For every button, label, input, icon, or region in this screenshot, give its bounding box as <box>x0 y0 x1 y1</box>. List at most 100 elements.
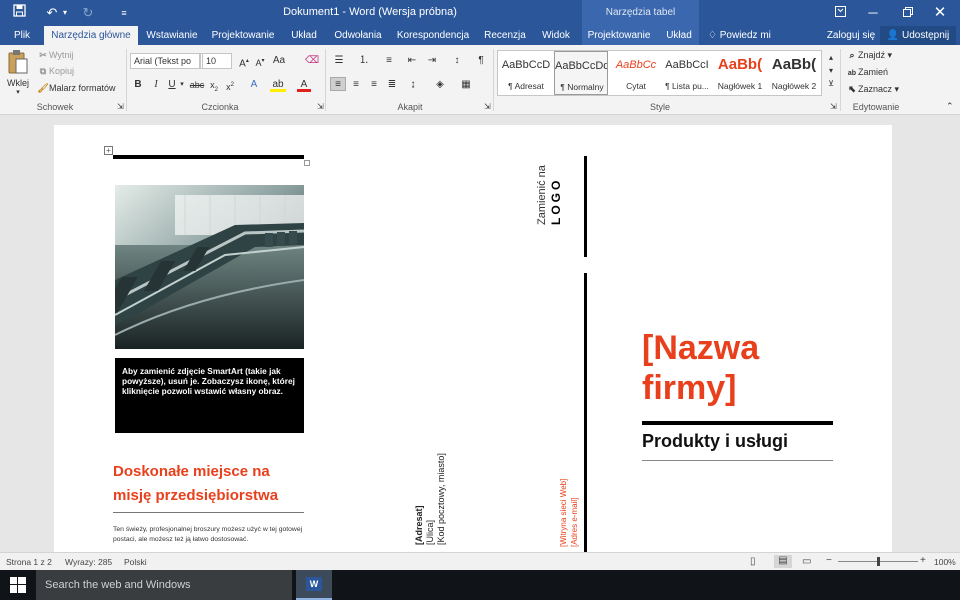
style-heading2[interactable]: AaBb(Nagłówek 2 <box>767 51 821 95</box>
language[interactable]: Polski <box>124 557 147 567</box>
document-page[interactable]: + Aby zamienić zdjęcie SmartArt (takie j… <box>54 125 892 555</box>
find-button[interactable]: ⌕ Znajdź ▾ <box>846 50 892 61</box>
tab-references[interactable]: Odwołania <box>330 26 386 45</box>
collapse-ribbon-icon[interactable]: ⌃ <box>946 101 954 112</box>
table-move-handle[interactable]: + <box>104 146 113 155</box>
font-name-box[interactable]: Arial (Tekst po <box>130 53 200 69</box>
style-heading1[interactable]: AaBb(Nagłówek 1 <box>713 51 767 95</box>
address-block[interactable]: [Adresat] [Ulica] [Kod pocztowy, miasto] <box>414 435 447 545</box>
numbering-icon[interactable]: ⒈ <box>355 54 373 68</box>
align-center-button[interactable]: ≡ <box>348 78 364 92</box>
photo-caption[interactable]: Aby zamienić zdjęcie SmartArt (takie jak… <box>115 358 304 433</box>
clipboard-launcher-icon[interactable]: ⇲ <box>117 102 124 111</box>
replace-button[interactable]: ab Zamień <box>846 67 888 77</box>
tab-home[interactable]: Narzędzia główne <box>44 26 138 45</box>
styles-scroll[interactable]: ▴ ▾ ⊻ <box>826 51 836 90</box>
increase-indent-icon[interactable]: ⇥ <box>424 54 440 68</box>
zoom-in-button[interactable]: + <box>920 555 926 566</box>
mission-body[interactable]: Ten świeży, profesjonalnej broszury może… <box>113 525 308 545</box>
underline-dropdown-icon[interactable]: ▾ <box>178 78 186 92</box>
share-button[interactable]: 👤 Udostępnij <box>880 26 956 45</box>
font-launcher-icon[interactable]: ⇲ <box>317 102 324 111</box>
style-adresat[interactable]: AaBbCcD ¶ Adresat <box>499 51 553 95</box>
contact-block[interactable]: [Witryna sieci Web] [Adres e-mail] <box>558 457 580 547</box>
tab-review[interactable]: Recenzja <box>480 26 530 45</box>
tab-table-design[interactable]: Projektowanie <box>584 26 654 45</box>
company-name[interactable]: [Nazwa firmy] <box>642 328 842 408</box>
maximize-icon[interactable] <box>900 4 916 22</box>
tab-design[interactable]: Projektowanie <box>208 26 278 45</box>
highlight-icon[interactable]: ab <box>270 78 286 92</box>
subscript-button[interactable]: x2 <box>207 78 221 93</box>
select-button[interactable]: ⬉ Zaznacz ▾ <box>846 84 899 95</box>
zoom-slider[interactable] <box>838 557 918 566</box>
shading-icon[interactable]: ◈ <box>432 78 448 92</box>
shrink-font-icon[interactable]: A▾ <box>253 54 267 68</box>
minimize-icon[interactable]: ─ <box>865 4 881 22</box>
sort-icon[interactable]: ↕ <box>449 54 465 68</box>
taskbar-word[interactable]: W <box>296 570 332 600</box>
align-left-button[interactable]: ≡ <box>330 77 346 91</box>
paste-button[interactable]: Wklej ▾ <box>6 49 30 99</box>
multilevel-list-icon[interactable]: ≡ <box>380 54 398 68</box>
show-marks-icon[interactable]: ¶ <box>474 54 488 68</box>
underline-button[interactable]: U <box>166 78 178 92</box>
italic-button[interactable]: I <box>150 78 162 92</box>
redo-icon[interactable]: ↻ <box>80 4 96 22</box>
zoom-out-button[interactable]: − <box>826 555 832 566</box>
zoom-thumb[interactable] <box>877 557 880 566</box>
tagline[interactable]: Produkty i usługi <box>642 431 833 452</box>
bold-button[interactable]: B <box>132 78 144 92</box>
customize-toolbar-icon[interactable]: ≡ <box>118 4 130 22</box>
superscript-button[interactable]: x2 <box>223 78 237 92</box>
cut-button[interactable]: ✂ Wytnij <box>37 50 73 61</box>
replace-icon: ab <box>847 70 857 77</box>
taskbar-search[interactable]: Search the web and Windows <box>36 570 292 600</box>
logo-placeholder[interactable]: Zamienić na LOGO <box>536 155 563 225</box>
zoom-level[interactable]: 100% <box>934 557 956 567</box>
text-effects-icon[interactable]: A <box>246 78 262 92</box>
tab-layout[interactable]: Układ <box>284 26 324 45</box>
windows-start-icon[interactable] <box>10 577 26 598</box>
tab-file[interactable]: Plik <box>0 26 44 45</box>
copy-button[interactable]: ⧉ Kopiuj <box>37 66 74 77</box>
web-layout-icon[interactable]: ▭ <box>802 556 811 567</box>
change-case-icon[interactable]: Aa <box>271 54 287 68</box>
strikethrough-button[interactable]: abc <box>189 78 205 92</box>
mission-heading[interactable]: Doskonałe miejsce na misję przedsiębiors… <box>113 460 308 508</box>
undo-dropdown-icon[interactable]: ▾ <box>60 4 70 22</box>
font-size-box[interactable]: 10 <box>202 53 232 69</box>
style-quote[interactable]: AaBbCc Cytat <box>609 51 663 95</box>
read-mode-icon[interactable]: ▯ <box>750 556 756 567</box>
decrease-indent-icon[interactable]: ⇤ <box>404 54 420 68</box>
tell-me-box[interactable]: ♢ Powiedz mi <box>708 26 778 45</box>
word-count[interactable]: Wyrazy: 285 <box>65 557 112 567</box>
justify-button[interactable]: ≣ <box>384 78 400 92</box>
table-resize-handle[interactable] <box>304 160 310 166</box>
tab-table-layout[interactable]: Układ <box>660 26 698 45</box>
font-color-icon[interactable]: A <box>297 78 311 92</box>
style-normal[interactable]: AaBbCcDd ¶ Normalny <box>554 51 608 95</box>
print-layout-icon[interactable]: ▤ <box>774 555 792 568</box>
tab-insert[interactable]: Wstawianie <box>140 26 204 45</box>
paste-dropdown-icon[interactable]: ▾ <box>6 88 30 96</box>
styles-launcher-icon[interactable]: ⇲ <box>830 102 837 111</box>
page-count[interactable]: Strona 1 z 2 <box>6 557 52 567</box>
paragraph-launcher-icon[interactable]: ⇲ <box>484 102 491 111</box>
clear-formatting-icon[interactable]: ⌫ <box>305 54 319 68</box>
tab-view[interactable]: Widok <box>536 26 576 45</box>
close-icon[interactable]: ✕ <box>932 4 948 22</box>
save-icon[interactable] <box>10 4 28 22</box>
line-spacing-icon[interactable]: ↨ <box>405 78 421 92</box>
style-list-bullet[interactable]: AaBbCcI ¶ Lista pu... <box>660 51 714 95</box>
format-painter-button[interactable]: 🖌Malarz formatów <box>37 83 115 94</box>
borders-icon[interactable]: ▦ <box>458 78 474 92</box>
document-area[interactable]: + Aby zamienić zdjęcie SmartArt (takie j… <box>0 115 960 555</box>
undo-icon[interactable]: ↶ <box>44 4 60 22</box>
tab-mailings[interactable]: Korespondencja <box>392 26 474 45</box>
ribbon-display-icon[interactable] <box>833 4 847 22</box>
signin-link[interactable]: Zaloguj się <box>826 26 876 45</box>
align-right-button[interactable]: ≡ <box>366 78 382 92</box>
grow-font-icon[interactable]: A▴ <box>237 54 251 69</box>
bullets-icon[interactable]: ☰ <box>330 54 348 68</box>
